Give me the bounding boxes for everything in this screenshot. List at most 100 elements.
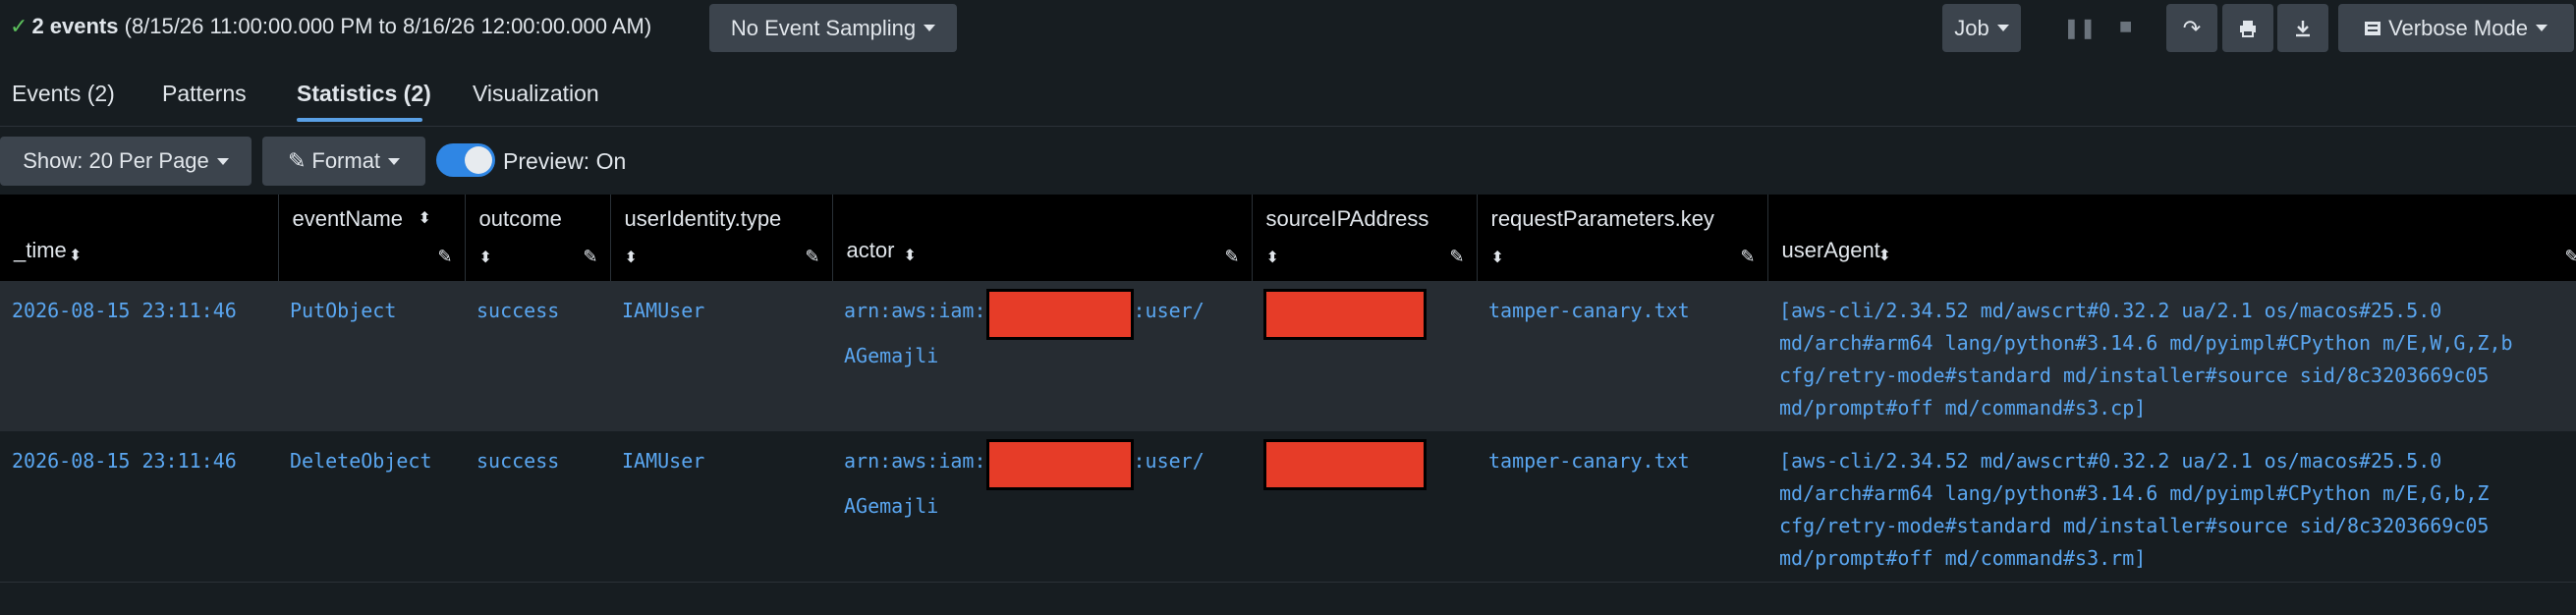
search-mode-dropdown[interactable]: Verbose Mode xyxy=(2338,4,2574,52)
redacted-account-id xyxy=(985,289,1134,340)
cell-time[interactable]: 2026-08-15 23:11:46 xyxy=(0,431,278,583)
table-row: 2026-08-15 23:11:46 DeleteObject success… xyxy=(0,431,2576,583)
check-icon: ✓ xyxy=(10,14,28,38)
preview-toggle[interactable] xyxy=(436,143,495,177)
page-size-dropdown[interactable]: Show: 20 Per Page xyxy=(0,137,252,186)
sort-icon[interactable]: ⬍ xyxy=(419,208,431,228)
chevron-down-icon xyxy=(2535,25,2548,31)
results-table: _time ⬍ eventName ⬍ ✎ outcome ⬍ ✎ userId… xyxy=(0,195,2576,583)
job-menu-button[interactable]: Job xyxy=(1942,4,2021,52)
cell-useridentity-type[interactable]: IAMUser xyxy=(610,281,832,431)
chevron-down-icon xyxy=(1996,25,2009,31)
cell-time[interactable]: 2026-08-15 23:11:46 xyxy=(0,281,278,431)
cell-actor[interactable]: arn:aws:iam: :user/ AGemajli xyxy=(832,281,1252,431)
sort-icon[interactable]: ⬍ xyxy=(1491,248,1504,267)
pencil-icon[interactable]: ✎ xyxy=(1224,247,1239,267)
column-header-requestparameters-key[interactable]: requestParameters.key ⬍ ✎ xyxy=(1477,195,1768,281)
cell-useragent[interactable]: [aws-cli/2.34.52 md/awscrt#0.32.2 ua/2.1… xyxy=(1767,431,2576,583)
column-label: requestParameters.key xyxy=(1490,206,1714,231)
chevron-down-icon xyxy=(924,25,936,31)
download-icon xyxy=(2296,20,2310,36)
actor-value: arn:aws:iam: :user/ AGemajli xyxy=(844,289,1240,372)
format-button[interactable]: ✎ Format xyxy=(262,137,425,186)
column-header-sourceipaddress[interactable]: sourceIPAddress ⬍ ✎ xyxy=(1252,195,1478,281)
chevron-down-icon xyxy=(216,157,229,165)
pencil-icon[interactable]: ✎ xyxy=(1449,247,1464,267)
actor-arn-prefix: arn:aws:iam: xyxy=(844,299,986,322)
column-header-eventname[interactable]: eventName ⬍ ✎ xyxy=(278,195,466,281)
sort-icon[interactable]: ⬍ xyxy=(1266,248,1279,267)
active-tab-indicator xyxy=(297,118,422,122)
sort-icon[interactable]: ⬍ xyxy=(904,246,917,265)
share-icon: ↷ xyxy=(2182,15,2202,40)
column-label: outcome xyxy=(478,206,562,231)
toggle-knob xyxy=(465,146,492,174)
cell-actor[interactable]: arn:aws:iam: :user/ AGemajli xyxy=(832,431,1252,583)
cell-outcome[interactable]: success xyxy=(465,431,610,583)
redacted-ip-address xyxy=(1263,439,1427,490)
cell-sourceipaddress[interactable] xyxy=(1252,281,1477,431)
header-row: _time ⬍ eventName ⬍ ✎ outcome ⬍ ✎ userId… xyxy=(0,195,2576,281)
time-range: (8/15/26 11:00:00.000 PM to 8/16/26 12:0… xyxy=(124,14,652,38)
column-label: userIdentity.type xyxy=(624,206,782,231)
event-count-status: ✓ 2 events (8/15/26 11:00:00.000 PM to 8/… xyxy=(10,14,651,39)
column-label: actor xyxy=(846,238,895,262)
pencil-icon: ✎ xyxy=(287,148,307,173)
column-label: userAgent xyxy=(1781,238,1880,262)
sort-icon[interactable]: ⬍ xyxy=(479,248,492,267)
column-header-time[interactable]: _time ⬍ xyxy=(0,195,279,281)
export-button[interactable] xyxy=(2277,4,2328,52)
column-label: _time xyxy=(14,238,67,262)
actor-user-name: AGemajli xyxy=(844,344,939,367)
cell-eventname[interactable]: PutObject xyxy=(278,281,465,431)
column-header-actor[interactable]: actor ⬍ ✎ xyxy=(832,195,1253,281)
event-sampling-label: No Event Sampling xyxy=(730,15,917,40)
preview-label: Preview: On xyxy=(503,148,627,174)
search-status-bar: ✓ 2 events (8/15/26 11:00:00.000 PM to 8/… xyxy=(0,0,2576,57)
pencil-icon[interactable]: ✎ xyxy=(805,247,819,267)
column-header-useridentity-type[interactable]: userIdentity.type ⬍ ✎ xyxy=(610,195,833,281)
event-count: 2 events xyxy=(31,14,119,38)
column-label: sourceIPAddress xyxy=(1265,206,1429,231)
print-icon xyxy=(2240,20,2256,37)
cell-request-key[interactable]: tamper-canary.txt xyxy=(1477,281,1767,431)
sort-icon[interactable]: ⬍ xyxy=(69,246,82,265)
sort-icon[interactable]: ⬍ xyxy=(1878,246,1891,265)
tab-statistics[interactable]: Statistics (2) xyxy=(297,81,431,107)
pencil-icon[interactable]: ✎ xyxy=(583,247,597,267)
pause-icon[interactable]: ❚❚ xyxy=(2063,16,2097,40)
search-mode-label: Verbose Mode xyxy=(2388,15,2528,40)
pencil-icon[interactable]: ✎ xyxy=(2564,247,2576,267)
pencil-icon[interactable]: ✎ xyxy=(1740,247,1755,267)
cell-eventname[interactable]: DeleteObject xyxy=(278,431,465,583)
table-row: 2026-08-15 23:11:46 PutObject success IA… xyxy=(0,281,2576,431)
cell-useridentity-type[interactable]: IAMUser xyxy=(610,431,832,583)
actor-arn-suffix: :user/ xyxy=(1133,449,1204,473)
print-button[interactable] xyxy=(2222,4,2273,52)
column-header-useragent[interactable]: userAgent ⬍ ✎ xyxy=(1767,195,2576,281)
stop-icon[interactable]: ■ xyxy=(2119,14,2132,39)
chevron-down-icon xyxy=(388,157,401,165)
tab-events[interactable]: Events (2) xyxy=(12,81,115,107)
cell-useragent[interactable]: [aws-cli/2.34.52 md/awscrt#0.32.2 ua/2.1… xyxy=(1767,281,2576,431)
cell-request-key[interactable]: tamper-canary.txt xyxy=(1477,431,1767,583)
actor-value: arn:aws:iam: :user/ AGemajli xyxy=(844,439,1240,523)
format-label: Format xyxy=(311,148,381,173)
column-header-outcome[interactable]: outcome ⬍ ✎ xyxy=(465,195,611,281)
tab-visualization[interactable]: Visualization xyxy=(473,81,599,107)
redacted-ip-address xyxy=(1263,289,1427,340)
actor-arn-prefix: arn:aws:iam: xyxy=(844,449,986,473)
pencil-icon[interactable]: ✎ xyxy=(437,247,452,267)
cell-sourceipaddress[interactable] xyxy=(1252,431,1477,583)
cell-outcome[interactable]: success xyxy=(465,281,610,431)
event-sampling-dropdown[interactable]: No Event Sampling xyxy=(709,4,957,52)
share-button[interactable]: ↷ xyxy=(2166,4,2217,52)
page-size-label: Show: 20 Per Page xyxy=(23,148,209,173)
results-tabs: Events (2) Patterns Statistics (2) Visua… xyxy=(0,61,2576,127)
redacted-account-id xyxy=(985,439,1134,490)
tab-patterns[interactable]: Patterns xyxy=(162,81,247,107)
sort-icon[interactable]: ⬍ xyxy=(625,248,638,267)
statistics-toolbar: Show: 20 Per Page ✎ Format xyxy=(0,128,2576,196)
actor-user-name: AGemajli xyxy=(844,494,939,518)
actor-arn-suffix: :user/ xyxy=(1133,299,1204,322)
